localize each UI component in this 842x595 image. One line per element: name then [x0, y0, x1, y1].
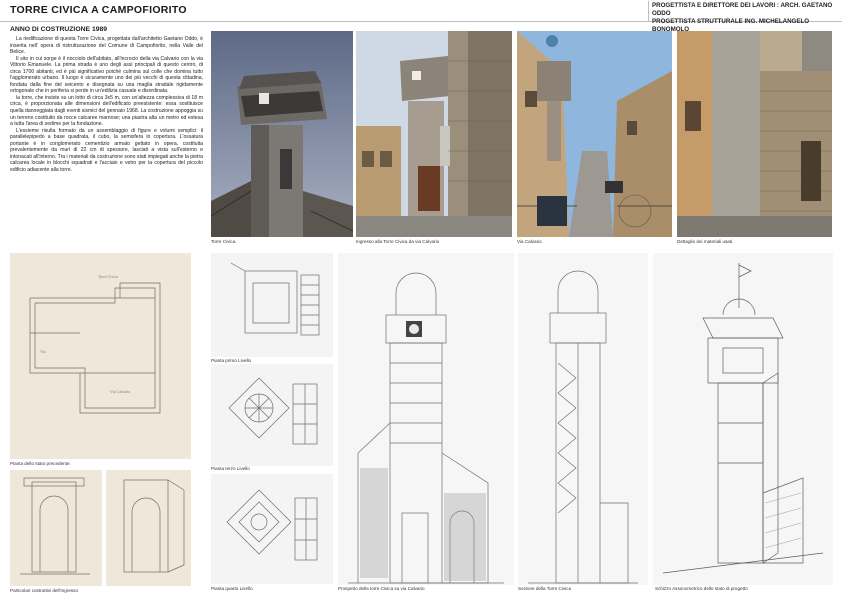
photo-caption: Ingresso alla Torre Civica da via Calvar…	[356, 239, 440, 244]
paragraph: La riedificazione di questa Torre Civica…	[10, 36, 203, 56]
paragraph: L'essieme risulta formato da un assembla…	[10, 127, 203, 173]
drawing-caption: Particolari costruttivi dell'Ingresso	[10, 588, 79, 593]
drawing-entrance-detail-1	[10, 470, 102, 586]
paragraph: Il sito in cui sorge è il nocciolo dell'…	[10, 55, 203, 95]
description-text: ANNO DI COSTRUZIONE 1989 La riedificazio…	[10, 26, 203, 173]
svg-text:Via Calvario: Via Calvario	[110, 389, 130, 394]
svg-text:Via: Via	[40, 349, 46, 354]
photo-caption: Torre Civica.	[211, 239, 237, 244]
credits-block: PROGETTISTA E DIRETTORE DEI LAVORI : ARC…	[652, 2, 840, 34]
paragraph: la torre, che insiste su un lotto di cir…	[10, 94, 203, 128]
drawing-caption: Schizzo Assonometrico dello stato di pro…	[655, 586, 748, 591]
drawing-caption: Pianta primo Livello	[211, 358, 252, 363]
drawing-caption: Prospetto della torre Civica su via Calv…	[338, 586, 425, 591]
photo-entrance	[356, 31, 512, 237]
drawing-plan-third	[211, 364, 333, 466]
photo-caption: Dettaglio dei materiali usati.	[677, 239, 734, 244]
drawing-previous-plan: Torre Civica Via Calvario Via	[10, 253, 191, 459]
drawing-plan-first	[211, 253, 333, 357]
drawing-axonometric	[653, 253, 833, 585]
page-header: TORRE CIVICA A CAMPOFIORITO PROGETTISTA …	[0, 0, 842, 33]
drawing-section	[518, 253, 648, 585]
construction-year: ANNO DI COSTRUZIONE 1989	[10, 26, 108, 33]
drawing-caption: Sezione della Torre Civica	[518, 586, 572, 591]
drawing-caption: Pianta quarto Livello	[211, 586, 253, 591]
drawing-plan-fourth	[211, 474, 333, 584]
drawing-caption: Pianta dello stato precedente.	[10, 461, 71, 466]
credit-line-designer: PROGETTISTA E DIRETTORE DEI LAVORI : ARC…	[652, 2, 833, 17]
photo-street	[517, 31, 672, 237]
page-title: TORRE CIVICA A CAMPOFIORITO	[10, 4, 187, 16]
header-divider	[648, 1, 649, 21]
photo-tower	[211, 31, 353, 237]
drawing-elevation	[338, 253, 514, 585]
description-body: La riedificazione di questa Torre Civica…	[10, 36, 203, 173]
photo-caption: Via Calvario	[517, 239, 542, 244]
photo-materials	[677, 31, 832, 237]
drawing-entrance-detail-2	[106, 470, 191, 586]
svg-text:Torre Civica: Torre Civica	[98, 274, 118, 279]
drawing-caption: Pianta terzo Livello	[211, 466, 250, 471]
